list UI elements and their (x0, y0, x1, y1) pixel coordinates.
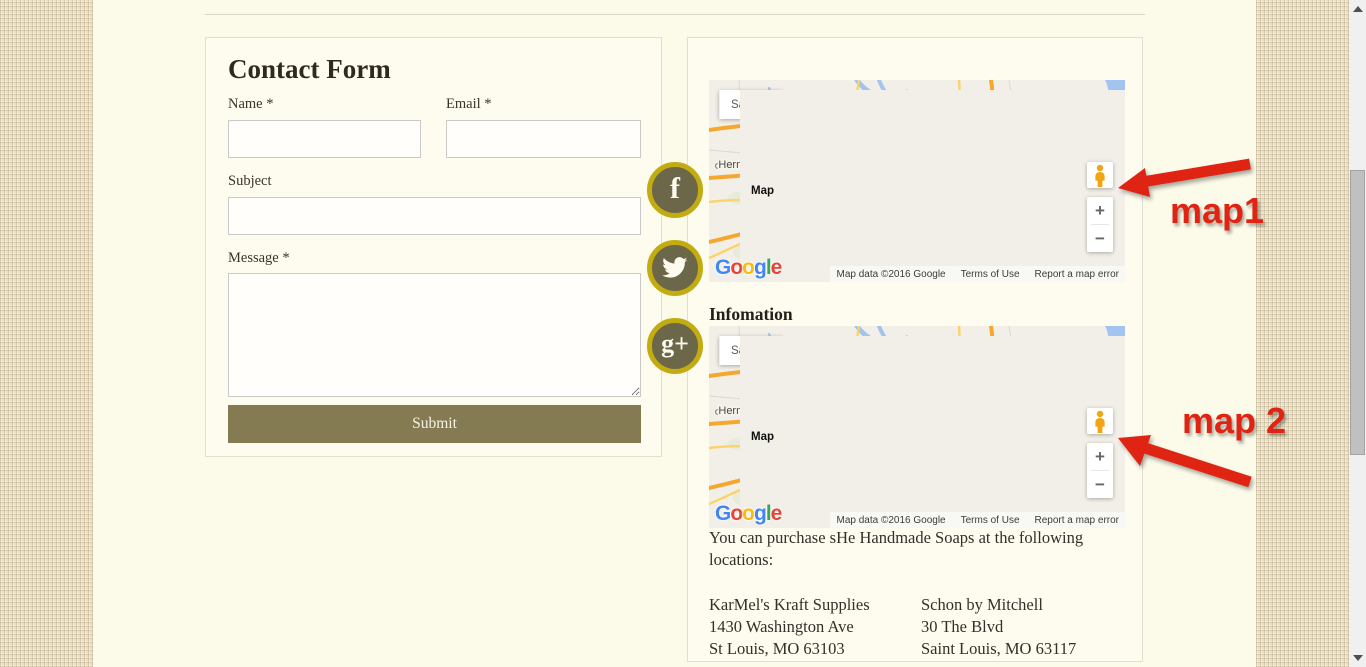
map-data-text: Map data ©2016 Google (836, 515, 945, 526)
terms-of-use-link[interactable]: Terms of Use (961, 515, 1020, 526)
subject-input[interactable] (228, 197, 641, 235)
pegman-icon (1087, 408, 1113, 434)
scroll-up-arrow[interactable] (1353, 6, 1363, 12)
scroll-down-arrow[interactable] (1353, 655, 1363, 661)
info-heading: Infomation (709, 304, 793, 325)
name-label: Name * (228, 96, 274, 113)
map-attribution: Map data ©2016 Google Terms of Use Repor… (830, 512, 1125, 528)
page-content: Contact Form Name * Email * Subject Mess… (93, 0, 1256, 667)
zoom-control: + − (1087, 443, 1113, 498)
location-schon: Schon by Mitchell 30 The Blvd Saint Loui… (921, 594, 1131, 660)
zoom-out-button[interactable]: − (1087, 225, 1113, 252)
zoom-in-button[interactable]: + (1087, 443, 1113, 470)
zoom-control: + − (1087, 197, 1113, 252)
location-name: Schon by Mitchell (921, 594, 1131, 616)
location-city: Saint Louis, MO 63117 (921, 638, 1131, 660)
map1-annotation-label: map1 (1170, 190, 1264, 232)
contact-form-title: Contact Form (228, 54, 391, 85)
scrollbar-thumb[interactable] (1350, 170, 1365, 455)
facebook-button[interactable]: f (647, 162, 703, 218)
submit-button[interactable]: Submit (228, 405, 641, 443)
name-input[interactable] (228, 120, 421, 158)
twitter-icon (662, 257, 688, 279)
map-1[interactable]: Map Satellite + − Google Map data ©2016 … (709, 80, 1125, 282)
location-name: KarMel's Kraft Supplies (709, 594, 919, 616)
map2-annotation-label: map 2 (1182, 400, 1286, 442)
google-logo[interactable]: Google (715, 502, 781, 526)
report-map-error-link[interactable]: Report a map error (1035, 269, 1119, 280)
location-address: 30 The Blvd (921, 616, 1131, 638)
message-textarea[interactable] (228, 273, 641, 397)
scrollbar[interactable] (1349, 0, 1366, 667)
map-2[interactable]: Map Satellite + − Google Map data ©2016 … (709, 326, 1125, 528)
pegman-icon (1087, 162, 1113, 188)
map-data-text: Map data ©2016 Google (836, 269, 945, 280)
google-logo[interactable]: Google (715, 256, 781, 280)
email-label: Email * (446, 96, 492, 113)
street-view-pegman-button[interactable] (1087, 162, 1113, 188)
location-karmels: KarMel's Kraft Supplies 1430 Washington … (709, 594, 919, 660)
facebook-icon: f (670, 172, 680, 206)
location-city: St Louis, MO 63103 (709, 638, 919, 660)
terms-of-use-link[interactable]: Terms of Use (961, 269, 1020, 280)
twitter-button[interactable] (647, 240, 703, 296)
map-view-button[interactable]: Map (740, 336, 1125, 528)
email-input[interactable] (446, 120, 641, 158)
zoom-in-button[interactable]: + (1087, 197, 1113, 224)
street-view-pegman-button[interactable] (1087, 408, 1113, 434)
contact-form-card: Contact Form Name * Email * Subject Mess… (205, 37, 662, 457)
report-map-error-link[interactable]: Report a map error (1035, 515, 1119, 526)
purchase-locations-text: You can purchase sHe Handmade Soaps at t… (709, 527, 1123, 571)
subject-label: Subject (228, 173, 272, 190)
top-divider (205, 14, 1145, 15)
location-address: 1430 Washington Ave (709, 616, 919, 638)
message-label: Message * (228, 250, 290, 267)
info-card: Map Satellite + − Google Map data ©2016 … (687, 37, 1143, 662)
google-plus-icon: g+ (661, 329, 689, 359)
map-type-control: Map Satellite (719, 90, 783, 119)
google-plus-button[interactable]: g+ (647, 318, 703, 374)
map-view-button[interactable]: Map (740, 90, 1125, 282)
map-attribution: Map data ©2016 Google Terms of Use Repor… (830, 266, 1125, 282)
zoom-out-button[interactable]: − (1087, 471, 1113, 498)
map-type-control: Map Satellite (719, 336, 783, 365)
